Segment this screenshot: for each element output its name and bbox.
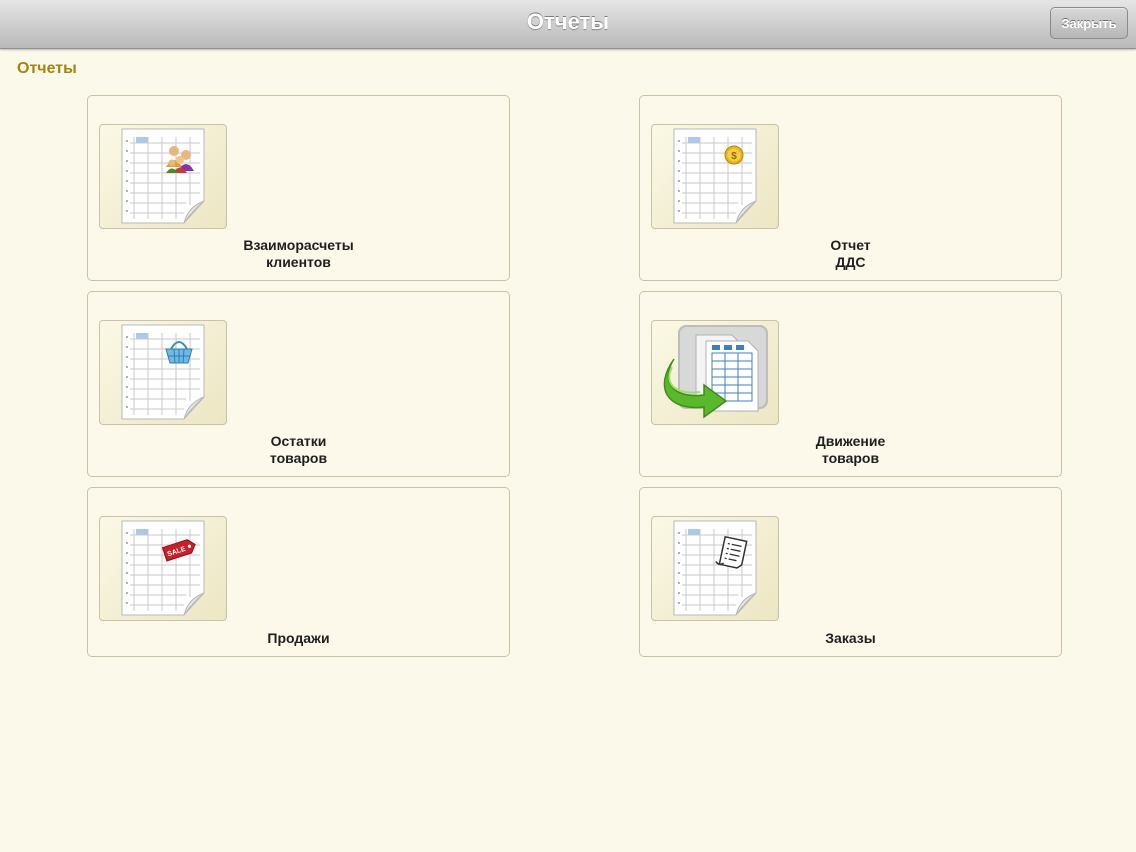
goods-movement-icon bbox=[651, 320, 779, 425]
section-title: Отчеты bbox=[17, 60, 77, 77]
report-tile-goods-movement[interactable]: Движение товаров bbox=[639, 291, 1062, 477]
clients-report-icon bbox=[99, 124, 227, 229]
report-label: Взаиморасчеты клиентов bbox=[88, 237, 509, 271]
label-line-2: товаров bbox=[821, 450, 880, 466]
sales-report-icon: SALE bbox=[99, 516, 227, 621]
label-line-2: товаров bbox=[269, 450, 328, 466]
page-title: Отчеты bbox=[526, 9, 610, 34]
label-line-1: Взаиморасчеты bbox=[243, 237, 354, 253]
label-line-2: клиентов bbox=[266, 254, 331, 270]
label-line-2: ДДС bbox=[835, 254, 866, 270]
report-tile-cash-flow[interactable]: $ Отчет ДДС bbox=[639, 95, 1062, 281]
navigation-bar: Отчеты Закрыть bbox=[0, 0, 1136, 49]
label-line-1: Отчет bbox=[830, 237, 871, 253]
report-tile-sales[interactable]: SALE Продажи bbox=[87, 487, 510, 657]
report-tile-orders[interactable]: Заказы bbox=[639, 487, 1062, 657]
report-label: Отчет ДДС bbox=[640, 237, 1061, 271]
cash-flow-report-icon: $ bbox=[651, 124, 779, 229]
coin-icon: $ bbox=[724, 145, 744, 165]
label-line-1: Заказы bbox=[825, 630, 876, 646]
svg-text:$: $ bbox=[731, 151, 737, 162]
report-tile-stock-balance[interactable]: Остатки товаров bbox=[87, 291, 510, 477]
stock-report-icon bbox=[99, 320, 227, 425]
label-line-1: Продажи bbox=[267, 630, 330, 646]
report-label: Движение товаров bbox=[640, 433, 1061, 467]
label-line-1: Движение bbox=[815, 433, 886, 449]
orders-report-icon bbox=[651, 516, 779, 621]
close-button[interactable]: Закрыть bbox=[1050, 7, 1128, 39]
report-label: Остатки товаров bbox=[88, 433, 509, 467]
report-label: Продажи bbox=[88, 630, 509, 647]
report-label: Заказы bbox=[640, 630, 1061, 647]
report-tile-client-settlements[interactable]: Взаиморасчеты клиентов bbox=[87, 95, 510, 281]
label-line-1: Остатки bbox=[270, 433, 327, 449]
